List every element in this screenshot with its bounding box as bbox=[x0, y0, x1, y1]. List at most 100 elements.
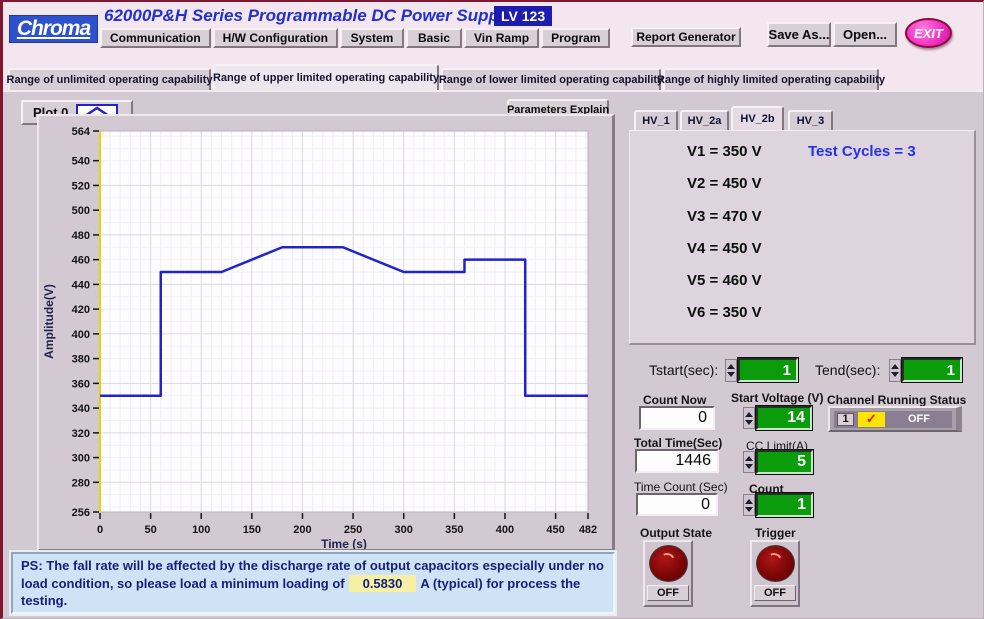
start-voltage-stepper[interactable] bbox=[743, 407, 755, 429]
v2-value: V2 = 450 V bbox=[687, 175, 762, 192]
start-voltage-label: Start Voltage (V) bbox=[731, 391, 823, 405]
spinner-down-icon[interactable] bbox=[745, 420, 753, 425]
save-as-button[interactable]: Save As... bbox=[767, 22, 831, 47]
exit-button[interactable]: EXIT bbox=[905, 18, 952, 48]
menu-hw-configuration[interactable]: H/W Configuration bbox=[213, 28, 338, 48]
trigger-label: Trigger bbox=[755, 526, 796, 540]
cc-limit-stepper[interactable] bbox=[743, 451, 755, 473]
ps-note-highlight-value: 0.5830 bbox=[349, 575, 417, 593]
menu-program[interactable]: Program bbox=[541, 28, 610, 48]
tab-hv-3[interactable]: HV_3 bbox=[788, 110, 833, 130]
svg-text:50: 50 bbox=[144, 524, 156, 536]
menu-basic[interactable]: Basic bbox=[406, 28, 462, 48]
svg-text:400: 400 bbox=[72, 329, 90, 341]
trigger-value: OFF bbox=[754, 585, 796, 601]
waveform-chart-panel: 2562803003203403603804004204404604805005… bbox=[37, 114, 615, 552]
svg-text:482: 482 bbox=[579, 524, 597, 536]
spinner-up-icon[interactable] bbox=[891, 364, 899, 369]
tab-range-unlimited[interactable]: Range of unlimited operating capability bbox=[8, 68, 211, 90]
channel-running-status-label: Channel Running Status bbox=[827, 393, 966, 407]
v3-value: V3 = 470 V bbox=[687, 208, 762, 225]
svg-text:420: 420 bbox=[72, 304, 90, 316]
spinner-up-icon[interactable] bbox=[727, 364, 735, 369]
spinner-up-icon[interactable] bbox=[745, 412, 753, 417]
svg-text:540: 540 bbox=[72, 156, 90, 168]
svg-text:280: 280 bbox=[72, 477, 90, 489]
waveform-chart: 2562803003203403603804004204404604805005… bbox=[39, 116, 612, 549]
svg-text:520: 520 bbox=[72, 180, 90, 192]
svg-text:300: 300 bbox=[72, 453, 90, 465]
ps-note: PS: The fall rate will be affected by th… bbox=[11, 552, 615, 614]
tstart-input[interactable]: 1 bbox=[738, 358, 798, 382]
menu-system[interactable]: System bbox=[340, 28, 404, 48]
report-generator-button[interactable]: Report Generator bbox=[631, 27, 741, 47]
spinner-up-icon[interactable] bbox=[745, 456, 753, 461]
spinner-down-icon[interactable] bbox=[745, 464, 753, 469]
svg-text:250: 250 bbox=[344, 524, 362, 536]
spinner-down-icon[interactable] bbox=[745, 507, 753, 512]
app-title: 62000P&H Series Programmable DC Power Su… bbox=[104, 6, 513, 26]
svg-text:564: 564 bbox=[72, 126, 91, 138]
tend-stepper[interactable] bbox=[889, 359, 901, 382]
channel-number: 1 bbox=[837, 413, 854, 426]
svg-text:500: 500 bbox=[72, 205, 90, 217]
spinner-down-icon[interactable] bbox=[891, 372, 899, 377]
spinner-up-icon[interactable] bbox=[745, 499, 753, 504]
tab-range-upper-limited[interactable]: Range of upper limited operating capabil… bbox=[213, 64, 439, 90]
tab-hv-2a[interactable]: HV_2a bbox=[680, 110, 729, 130]
svg-text:0: 0 bbox=[97, 524, 103, 536]
menu-bar: Communication H/W Configuration System B… bbox=[100, 28, 610, 48]
svg-text:Time (s): Time (s) bbox=[321, 537, 367, 549]
trigger-knob-icon bbox=[756, 545, 795, 582]
tab-range-lower-limited[interactable]: Range of lower limited operating capabil… bbox=[441, 68, 661, 90]
trigger-button[interactable]: OFF bbox=[750, 540, 800, 607]
svg-text:300: 300 bbox=[395, 524, 413, 536]
count-stepper[interactable] bbox=[743, 494, 755, 516]
tab-hv-1[interactable]: HV_1 bbox=[634, 110, 678, 130]
output-state-label: Output State bbox=[640, 526, 712, 540]
svg-text:480: 480 bbox=[72, 230, 90, 242]
svg-text:400: 400 bbox=[496, 524, 514, 536]
cc-limit-input[interactable]: 5 bbox=[756, 450, 813, 474]
menu-communication[interactable]: Communication bbox=[100, 28, 211, 48]
count-input[interactable]: 1 bbox=[756, 493, 813, 517]
svg-text:360: 360 bbox=[72, 378, 90, 390]
count-now-label: Count Now bbox=[643, 393, 706, 407]
menu-vin-ramp[interactable]: Vin Ramp bbox=[464, 28, 539, 48]
v6-value: V6 = 350 V bbox=[687, 304, 762, 321]
v1-value: V1 = 350 V bbox=[687, 143, 762, 160]
chroma-logo: Chroma bbox=[9, 15, 98, 43]
time-count-label: Time Count (Sec) bbox=[634, 480, 728, 494]
tstart-stepper[interactable] bbox=[725, 359, 737, 382]
check-icon: ✓ bbox=[858, 412, 885, 427]
hv-values-panel: V1 = 350 V V2 = 450 V V3 = 470 V V4 = 45… bbox=[629, 130, 976, 345]
version-badge: LV 123 bbox=[494, 6, 552, 26]
svg-text:380: 380 bbox=[72, 354, 90, 366]
svg-text:256: 256 bbox=[72, 507, 90, 519]
svg-text:450: 450 bbox=[546, 524, 564, 536]
svg-text:440: 440 bbox=[72, 279, 90, 291]
svg-text:Amplitude(V): Amplitude(V) bbox=[42, 284, 56, 359]
tab-hv-2b[interactable]: HV_2b bbox=[731, 106, 784, 130]
channel-running-status-widget[interactable]: 1 ✓ OFF bbox=[828, 406, 962, 432]
output-state-knob-icon bbox=[649, 545, 688, 582]
tab-range-highly-limited[interactable]: Range of highly limited operating capabi… bbox=[663, 68, 879, 90]
svg-text:340: 340 bbox=[72, 403, 90, 415]
svg-text:350: 350 bbox=[445, 524, 463, 536]
open-button[interactable]: Open... bbox=[833, 22, 897, 47]
channel-status-bar: 1 ✓ OFF bbox=[834, 411, 952, 428]
svg-text:100: 100 bbox=[192, 524, 210, 536]
spinner-down-icon[interactable] bbox=[727, 372, 735, 377]
total-time-label: Total Time(Sec) bbox=[634, 436, 722, 450]
svg-text:460: 460 bbox=[72, 255, 90, 267]
start-voltage-input[interactable]: 14 bbox=[756, 406, 812, 430]
app-window: Chroma 62000P&H Series Programmable DC P… bbox=[0, 0, 984, 619]
svg-text:150: 150 bbox=[243, 524, 261, 536]
output-state-button[interactable]: OFF bbox=[643, 540, 693, 607]
tend-label: Tend(sec): bbox=[815, 362, 880, 378]
output-state-value: OFF bbox=[647, 585, 689, 601]
tend-input[interactable]: 1 bbox=[902, 358, 962, 382]
tstart-label: Tstart(sec): bbox=[649, 362, 718, 378]
time-count-indicator: 0 bbox=[636, 493, 718, 516]
total-time-indicator: 1446 bbox=[635, 449, 719, 473]
